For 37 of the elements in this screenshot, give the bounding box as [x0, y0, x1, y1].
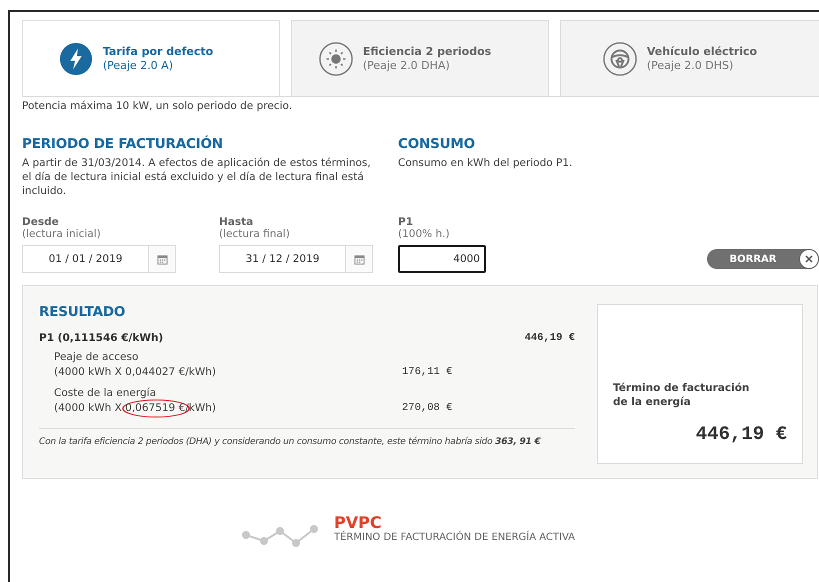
- line-name: Peaje de acceso: [54, 350, 140, 365]
- card-label: Término de facturación de la energía: [613, 381, 750, 409]
- card-total: 446,19 €: [694, 423, 787, 445]
- line-name: Coste de la energía: [54, 386, 158, 401]
- section-heading: PERIODO DE FACTURACIÓN: [22, 136, 224, 152]
- field-hint: (lectura final): [219, 228, 291, 240]
- lightning-icon: [58, 42, 93, 76]
- section-heading: CONSUMO: [398, 136, 476, 152]
- calendar-icon: [156, 254, 168, 264]
- section-description: A partir de 31/03/2014. A efectos de aplicación de estos términos, el día de lectura inicial está excluido y el día de lectura final está incluido.: [22, 156, 372, 198]
- field-hint: (100% h.): [398, 228, 451, 240]
- line-amount: 176,11 €: [402, 365, 452, 380]
- section-heading: RESULTADO: [39, 304, 126, 320]
- field-label: Desde: [22, 216, 60, 228]
- line-formula: (4000 kWh X 0,044027 €/kWh): [54, 365, 216, 380]
- consumption-field[interactable]: 4000: [398, 245, 486, 273]
- footer-title: PVPC: [334, 513, 383, 532]
- tab[interactable]: Tarifa por defecto (Peaje 2.0 A): [22, 20, 280, 96]
- calendar-icon: [354, 254, 364, 264]
- tab[interactable]: Vehículo eléctrico (Peaje 2.0 DHS): [560, 20, 819, 96]
- period-total: 446,19 €: [524, 332, 575, 344]
- tariff-description: Potencia máxima 10 kW, un solo periodo de precio.: [22, 100, 294, 112]
- date-field[interactable]: 01 / 01 / 2019: [22, 245, 176, 273]
- steering-wheel-icon: [602, 42, 637, 76]
- line-amount: 270,08 €: [402, 401, 452, 416]
- clear-button[interactable]: BORRAR: [707, 249, 819, 269]
- field-label: Hasta: [219, 216, 254, 228]
- section-description: Consumo en kWh del periodo P1.: [398, 156, 574, 171]
- sun-icon: [318, 42, 353, 76]
- field-label: P1: [398, 216, 414, 228]
- period-label: P1 (0,111546 €/kWh): [39, 332, 164, 344]
- tab[interactable]: Eficiencia 2 periodos (Peaje 2.0 DHA): [291, 20, 549, 96]
- footer-subtitle: TÉRMINO DE FACTURACIÓN DE ENERGÍA ACTIVA: [334, 532, 575, 543]
- comparison-note: Con la tarifa eficiencia 2 periodos (DHA) y considerando un consumo constante, este término habría sido 363, 91 €: [39, 437, 542, 447]
- field-hint: (lectura inicial): [22, 228, 102, 240]
- close-icon: [799, 249, 819, 269]
- date-field[interactable]: 31 / 12 / 2019: [219, 245, 373, 273]
